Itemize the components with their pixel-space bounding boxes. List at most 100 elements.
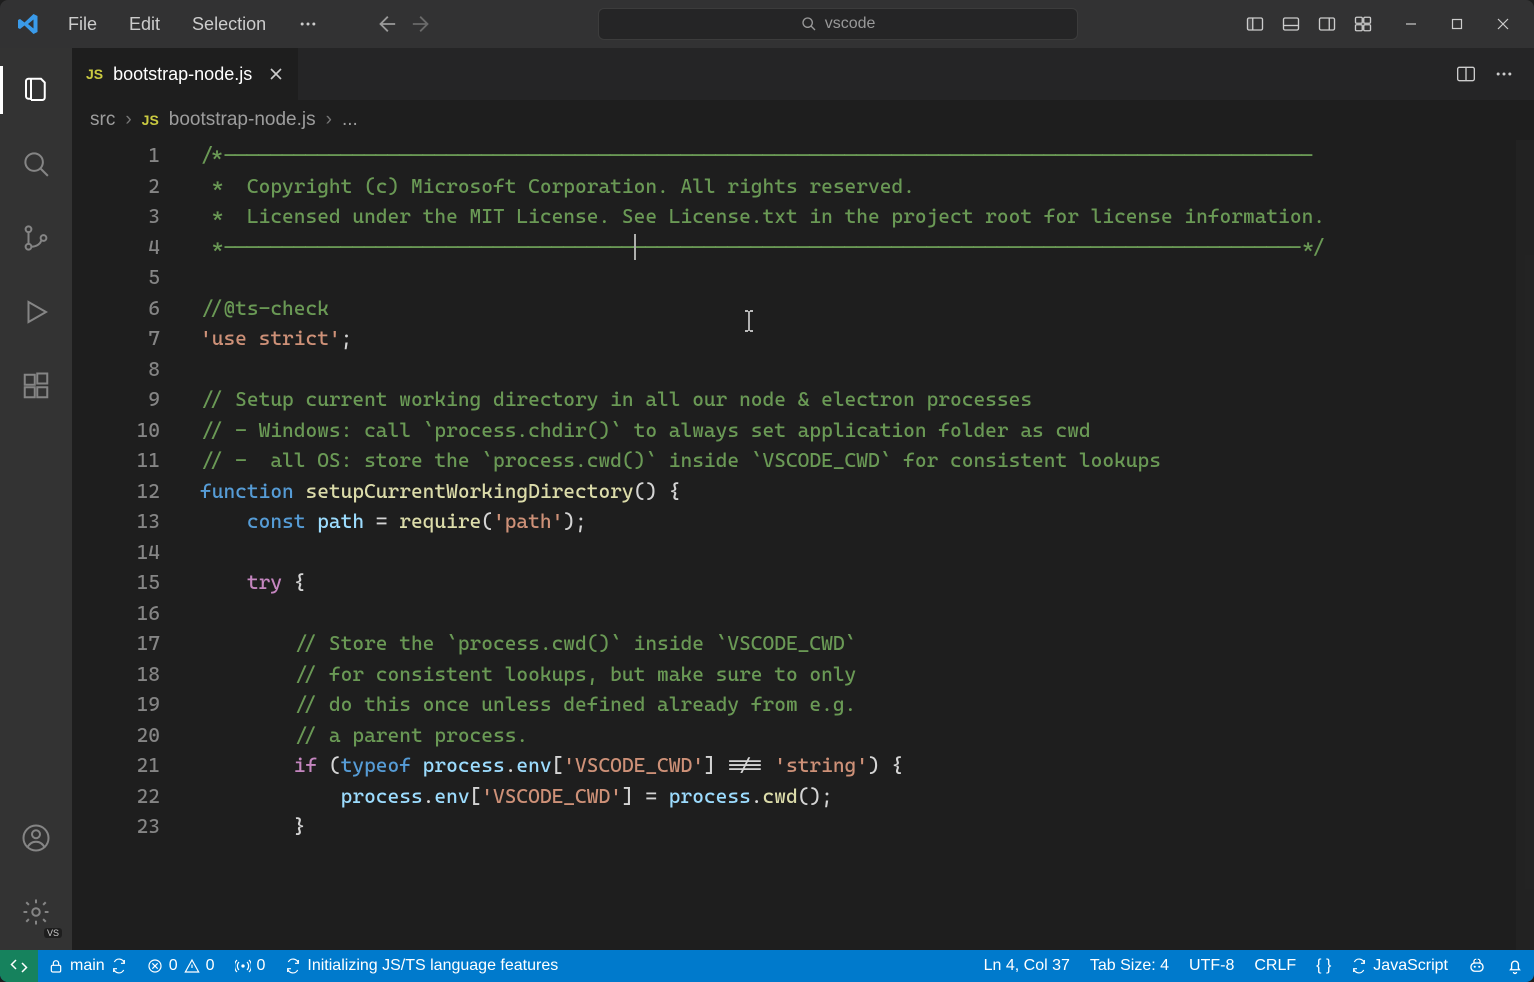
code-line[interactable]: if (typeof process.env['VSCODE_CWD'] !==… <box>200 750 1534 781</box>
code-line[interactable]: * Licensed under the MIT License. See Li… <box>200 201 1534 232</box>
line-number: 19 <box>72 689 160 720</box>
vscode-logo-icon <box>8 12 48 36</box>
menu-file[interactable]: File <box>56 10 109 39</box>
activity-extensions-icon[interactable] <box>12 362 60 410</box>
nav-arrows <box>370 8 438 40</box>
sync-icon <box>111 958 127 974</box>
chevron-right-icon: › <box>326 109 332 131</box>
code-line[interactable]: // - Windows: call `process.chdir()` to … <box>200 415 1534 446</box>
search-icon <box>801 16 817 32</box>
window-close-icon[interactable] <box>1480 0 1526 48</box>
code-line[interactable]: // Store the `process.cwd()` inside `VSC… <box>200 628 1534 659</box>
menu-more-icon[interactable] <box>286 10 330 39</box>
loading-icon <box>285 958 301 974</box>
code-line[interactable]: // a parent process. <box>200 720 1534 751</box>
code-line[interactable]: // - all OS: store the `process.cwd()` i… <box>200 445 1534 476</box>
status-copilot-icon[interactable] <box>1458 950 1496 982</box>
chevron-right-icon: › <box>125 109 131 131</box>
layout-controls <box>1238 10 1380 38</box>
status-cursor-position[interactable]: Ln 4, Col 37 <box>974 950 1080 982</box>
command-center-search[interactable]: vscode <box>598 8 1078 40</box>
code-line[interactable]: /*--------------------------------------… <box>200 140 1534 171</box>
breadcrumb-src[interactable]: src <box>90 109 115 131</box>
customize-layout-icon[interactable] <box>1346 10 1380 38</box>
activity-search-icon[interactable] <box>12 140 60 188</box>
status-language-init[interactable]: Initializing JS/TS language features <box>275 950 568 982</box>
line-number: 15 <box>72 567 160 598</box>
code-line[interactable]: * Copyright (c) Microsoft Corporation. A… <box>200 171 1534 202</box>
status-remote-icon[interactable] <box>0 950 38 982</box>
code-line[interactable] <box>200 537 1534 568</box>
text-editor[interactable]: 1234567891011121314151617181920212223 /*… <box>72 140 1534 950</box>
warning-count: 0 <box>206 957 215 975</box>
code-line[interactable] <box>200 354 1534 385</box>
status-eol[interactable]: CRLF <box>1244 950 1306 982</box>
status-git-branch[interactable]: main <box>38 950 137 982</box>
text-cursor <box>634 234 636 260</box>
code-line[interactable]: try { <box>200 567 1534 598</box>
ibeam-cursor-icon <box>742 309 756 333</box>
error-count: 0 <box>169 957 178 975</box>
status-problems[interactable]: 0 0 <box>137 950 225 982</box>
line-number: 16 <box>72 598 160 629</box>
code-line[interactable]: process.env['VSCODE_CWD'] = process.cwd(… <box>200 781 1534 812</box>
split-editor-icon[interactable] <box>1450 58 1482 90</box>
menu-selection[interactable]: Selection <box>180 10 278 39</box>
activity-scm-icon[interactable] <box>12 214 60 262</box>
status-encoding[interactable]: UTF-8 <box>1179 950 1244 982</box>
main-area: VS JS bootstrap-node.js src › JS bootstr… <box>0 48 1534 950</box>
minimap[interactable] <box>1516 140 1534 950</box>
window-maximize-icon[interactable] <box>1434 0 1480 48</box>
menu-edit[interactable]: Edit <box>117 10 172 39</box>
ports-count: 0 <box>257 957 266 975</box>
status-language-mode[interactable]: JavaScript <box>1341 950 1458 982</box>
line-number: 5 <box>72 262 160 293</box>
activity-run-debug-icon[interactable] <box>12 288 60 336</box>
editor-content[interactable]: /*--------------------------------------… <box>200 140 1534 842</box>
window-minimize-icon[interactable] <box>1388 0 1434 48</box>
error-icon <box>147 958 163 974</box>
app-menu: File Edit Selection <box>56 10 330 39</box>
code-line[interactable] <box>200 262 1534 293</box>
nav-back-icon[interactable] <box>370 8 402 40</box>
tab-bar: JS bootstrap-node.js <box>72 48 1534 100</box>
code-line[interactable]: *---------------------------------------… <box>200 232 1534 263</box>
window-controls <box>1388 0 1526 48</box>
activity-explorer-icon[interactable] <box>12 66 60 114</box>
line-number: 23 <box>72 811 160 842</box>
breadcrumbs[interactable]: src › JS bootstrap-node.js › ... <box>72 100 1534 140</box>
code-line[interactable]: // for consistent lookups, but make sure… <box>200 659 1534 690</box>
editor-more-icon[interactable] <box>1488 58 1520 90</box>
status-braces-icon[interactable]: { } <box>1306 950 1341 982</box>
lock-icon <box>48 958 64 974</box>
activity-settings-icon[interactable]: VS <box>12 888 60 936</box>
nav-forward-icon[interactable] <box>406 8 438 40</box>
line-number: 11 <box>72 445 160 476</box>
toggle-panel-icon[interactable] <box>1274 10 1308 38</box>
tab-close-icon[interactable] <box>268 66 284 82</box>
line-number: 12 <box>72 476 160 507</box>
status-ports[interactable]: 0 <box>225 950 276 982</box>
code-line[interactable]: function setupCurrentWorkingDirectory() … <box>200 476 1534 507</box>
branch-name: main <box>70 957 105 975</box>
code-line[interactable] <box>200 598 1534 629</box>
code-line[interactable]: } <box>200 811 1534 842</box>
activity-bar: VS <box>0 48 72 950</box>
line-number: 6 <box>72 293 160 324</box>
status-tab-size[interactable]: Tab Size: 4 <box>1080 950 1179 982</box>
code-line[interactable]: const path = require('path'); <box>200 506 1534 537</box>
code-line[interactable]: //@ts-check <box>200 293 1534 324</box>
code-line[interactable]: // do this once unless defined already f… <box>200 689 1534 720</box>
tab-label: bootstrap-node.js <box>113 64 252 85</box>
breadcrumb-more[interactable]: ... <box>342 109 358 131</box>
activity-accounts-icon[interactable] <box>12 814 60 862</box>
code-line[interactable]: 'use strict'; <box>200 323 1534 354</box>
code-line[interactable]: // Setup current working directory in al… <box>200 384 1534 415</box>
breadcrumb-file[interactable]: bootstrap-node.js <box>169 109 316 131</box>
tab-bootstrap-node-js[interactable]: JS bootstrap-node.js <box>72 48 298 100</box>
line-number: 21 <box>72 750 160 781</box>
title-bar: File Edit Selection vscode <box>0 0 1534 48</box>
status-notifications-icon[interactable] <box>1496 950 1534 982</box>
toggle-primary-sidebar-icon[interactable] <box>1238 10 1272 38</box>
toggle-secondary-sidebar-icon[interactable] <box>1310 10 1344 38</box>
